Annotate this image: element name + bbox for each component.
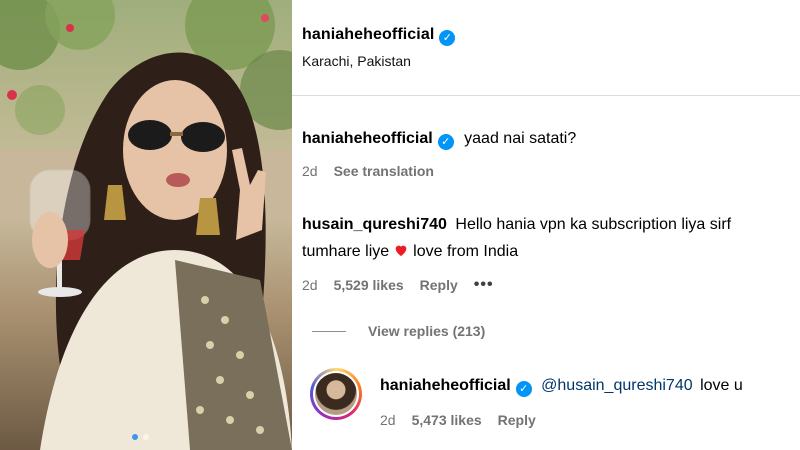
verified-badge-icon: ✓: [439, 30, 456, 46]
heart-icon: [395, 245, 407, 256]
comment-likes[interactable]: 5,529 likes: [334, 277, 404, 293]
comment-reply-button[interactable]: Reply: [420, 277, 458, 293]
caption-row: haniaheheofficial ✓ yaad nai satati?: [302, 130, 576, 150]
post-detail-panel: haniaheheofficial ✓ Karachi, Pakistan han…: [292, 0, 800, 450]
verified-badge-icon: ✓: [437, 134, 454, 150]
header-username-row: haniaheheofficial ✓: [302, 26, 456, 46]
reply-reply-button[interactable]: Reply: [498, 412, 536, 428]
more-options-icon[interactable]: •••: [474, 276, 494, 294]
avatar-image: [315, 373, 357, 415]
reply-row: haniaheheofficial ✓ @husain_qureshi740 lo…: [380, 377, 743, 397]
comment-meta: 2d 5,529 likes Reply •••: [302, 276, 494, 294]
reply-age: 2d: [380, 412, 396, 428]
caption-age: 2d: [302, 163, 318, 179]
comment-text-line2b: love from India: [413, 243, 519, 260]
caption-meta: 2d See translation: [302, 163, 434, 179]
comment-row-line2: tumhare liye love from India: [302, 242, 518, 261]
view-replies-row: View replies (213): [312, 323, 485, 339]
comment-text-line1: Hello hania vpn ka subscription liya sir…: [455, 216, 732, 233]
post-photo-illustration: [0, 0, 292, 450]
comment-age: 2d: [302, 277, 318, 293]
caption-username[interactable]: haniaheheofficial: [302, 130, 433, 147]
header-username[interactable]: haniaheheofficial: [302, 26, 434, 43]
comment-username[interactable]: husain_qureshi740: [302, 216, 447, 233]
caption-text: yaad nai satati?: [464, 130, 577, 147]
reply-mention[interactable]: @husain_qureshi740: [541, 377, 692, 394]
verified-badge-icon: ✓: [515, 381, 532, 397]
reply-username[interactable]: haniaheheofficial: [380, 377, 511, 394]
carousel-dot-active[interactable]: [132, 434, 138, 440]
reply-meta: 2d 5,473 likes Reply: [380, 412, 536, 428]
post-location[interactable]: Karachi, Pakistan: [302, 53, 411, 69]
post-header: haniaheheofficial ✓ Karachi, Pakistan: [292, 0, 800, 96]
see-translation-button[interactable]: See translation: [334, 163, 434, 179]
comment-text-line2a: tumhare liye: [302, 243, 390, 260]
comment-row: husain_qureshi740 Hello hania vpn ka sub…: [302, 216, 731, 234]
carousel-indicator: [132, 434, 149, 440]
reply-text: love u: [700, 377, 743, 394]
reply-likes[interactable]: 5,473 likes: [412, 412, 482, 428]
post-photo: [0, 0, 292, 450]
view-replies-divider: [312, 330, 346, 332]
carousel-dot[interactable]: [143, 434, 149, 440]
view-replies-button[interactable]: View replies (213): [368, 323, 485, 339]
avatar[interactable]: [310, 368, 362, 420]
